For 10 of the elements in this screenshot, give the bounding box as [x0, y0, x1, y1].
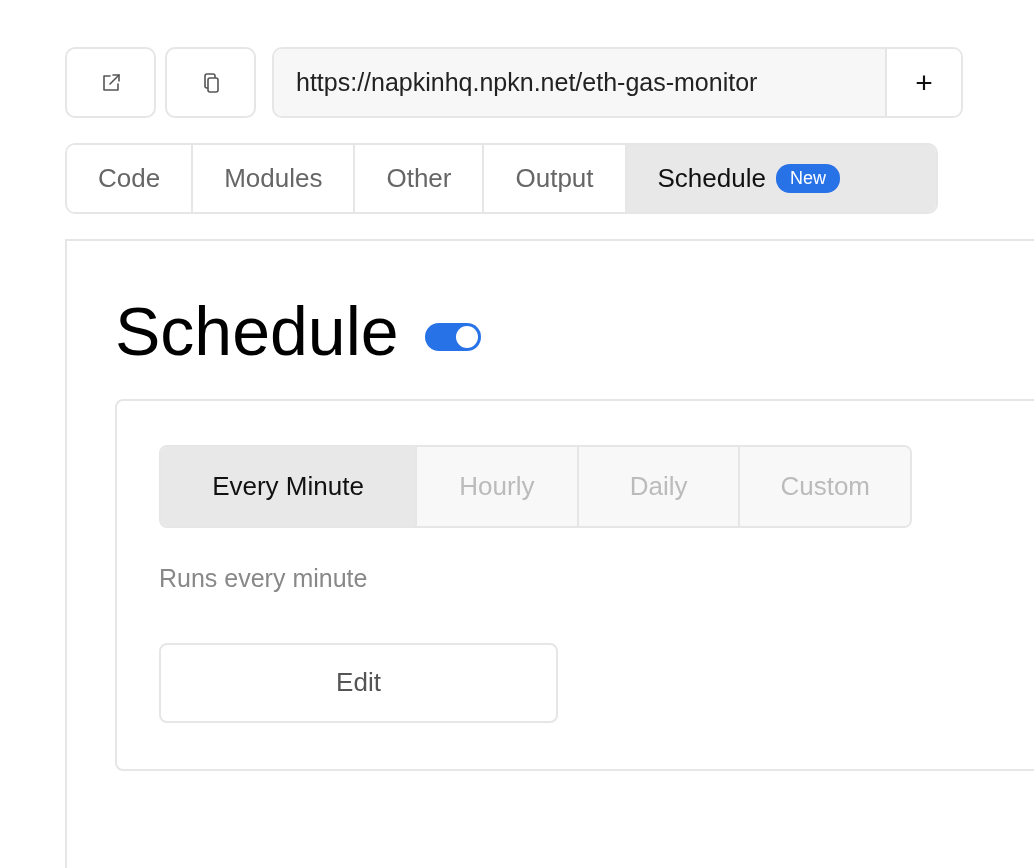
open-external-button[interactable] [65, 47, 156, 118]
frequency-option[interactable]: Every Minute [161, 446, 417, 526]
edit-button[interactable]: Edit [159, 642, 558, 723]
copy-button[interactable] [165, 47, 256, 118]
tab[interactable]: Schedule New [626, 145, 936, 212]
new-badge: New [775, 164, 840, 193]
section-title: Schedule [115, 292, 399, 371]
schedule-description: Runs every minute [159, 563, 369, 593]
tab[interactable]: Code [67, 145, 194, 212]
toggle-switch[interactable] [424, 322, 481, 351]
